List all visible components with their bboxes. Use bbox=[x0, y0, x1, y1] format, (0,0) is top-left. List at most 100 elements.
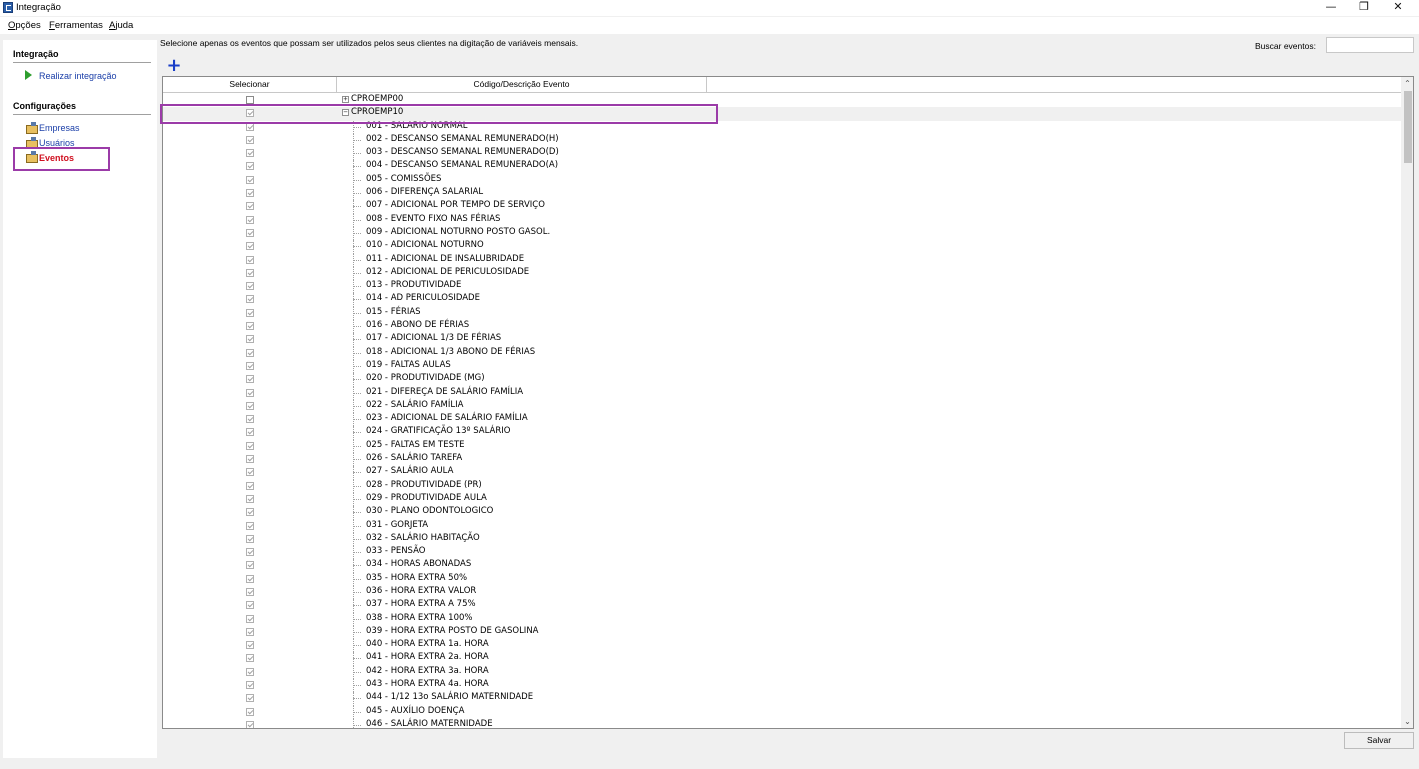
row-checkbox[interactable] bbox=[246, 694, 254, 703]
close-button[interactable]: ✕ bbox=[1381, 0, 1415, 14]
vertical-scrollbar[interactable]: ⌃ ⌄ bbox=[1401, 77, 1413, 728]
row-checkbox[interactable] bbox=[246, 481, 254, 490]
row-checkbox[interactable] bbox=[246, 175, 254, 184]
row-checkbox[interactable] bbox=[246, 455, 254, 464]
event-row[interactable]: 045 - AUXÍLIO DOENÇA bbox=[163, 705, 1401, 719]
row-checkbox[interactable] bbox=[246, 375, 254, 384]
event-row[interactable]: 021 - DIFEREÇA DE SALÁRIO FAMÍLIA bbox=[163, 386, 1401, 400]
row-checkbox[interactable] bbox=[246, 574, 254, 583]
row-checkbox[interactable] bbox=[246, 441, 254, 450]
row-checkbox[interactable] bbox=[246, 494, 254, 503]
event-row[interactable]: 025 - FALTAS EM TESTE bbox=[163, 439, 1401, 454]
row-checkbox[interactable] bbox=[246, 534, 254, 543]
minimize-button[interactable]: — bbox=[1314, 0, 1348, 14]
event-row[interactable]: 016 - ABONO DE FÉRIAS bbox=[163, 320, 1401, 334]
event-row[interactable]: 003 - DESCANSO SEMANAL REMUNERADO(D) bbox=[163, 147, 1401, 161]
row-checkbox[interactable] bbox=[246, 627, 254, 636]
event-row[interactable]: 020 - PRODUTIVIDADE (MG) bbox=[163, 373, 1401, 387]
event-row[interactable]: 005 - COMISSÕES bbox=[163, 173, 1401, 188]
row-checkbox[interactable] bbox=[246, 641, 254, 650]
event-row[interactable]: 028 - PRODUTIVIDADE (PR) bbox=[163, 479, 1401, 493]
event-row[interactable]: 023 - ADICIONAL DE SALÁRIO FAMÍLIA bbox=[163, 413, 1401, 427]
row-checkbox[interactable] bbox=[246, 361, 254, 370]
row-checkbox[interactable] bbox=[246, 707, 254, 716]
event-row[interactable]: 040 - HORA EXTRA 1a. HORA bbox=[163, 639, 1401, 653]
row-checkbox[interactable] bbox=[246, 681, 254, 690]
event-row[interactable]: 046 - SALÁRIO MATERNIDADE bbox=[163, 718, 1401, 728]
row-checkbox[interactable] bbox=[246, 135, 254, 144]
column-header-selecionar[interactable]: Selecionar bbox=[163, 77, 337, 93]
menu-opcoes[interactable]: Opções bbox=[8, 20, 41, 31]
event-row[interactable]: 027 - SALÁRIO AULA bbox=[163, 466, 1401, 480]
menu-ajuda[interactable]: Ajuda bbox=[109, 20, 133, 31]
row-checkbox[interactable] bbox=[246, 255, 254, 264]
row-checkbox[interactable] bbox=[246, 388, 254, 397]
event-row[interactable]: 030 - PLANO ODONTOLOGICO bbox=[163, 506, 1401, 520]
event-row[interactable]: 038 - HORA EXTRA 100% bbox=[163, 612, 1401, 626]
event-row[interactable]: 032 - SALÁRIO HABITAÇÃO bbox=[163, 532, 1401, 547]
row-checkbox[interactable] bbox=[246, 521, 254, 530]
scroll-down-icon[interactable]: ⌄ bbox=[1401, 715, 1413, 728]
row-checkbox[interactable] bbox=[246, 348, 254, 357]
row-checkbox[interactable] bbox=[246, 415, 254, 424]
row-checkbox[interactable] bbox=[246, 149, 254, 158]
row-checkbox[interactable] bbox=[246, 215, 254, 224]
restore-button[interactable]: ❐ bbox=[1347, 0, 1381, 14]
row-checkbox[interactable] bbox=[246, 428, 254, 437]
event-row[interactable]: 029 - PRODUTIVIDADE AULA bbox=[163, 492, 1401, 507]
row-checkbox[interactable] bbox=[246, 295, 254, 304]
event-row[interactable]: 039 - HORA EXTRA POSTO DE GASOLINA bbox=[163, 625, 1401, 640]
event-row[interactable]: 037 - HORA EXTRA A 75% bbox=[163, 599, 1401, 613]
event-row[interactable]: 007 - ADICIONAL POR TEMPO DE SERVIÇO bbox=[163, 200, 1401, 214]
row-checkbox[interactable] bbox=[246, 282, 254, 291]
event-row[interactable]: 022 - SALÁRIO FAMÍLIA bbox=[163, 399, 1401, 414]
row-checkbox[interactable] bbox=[246, 242, 254, 251]
row-checkbox[interactable] bbox=[246, 268, 254, 277]
event-row[interactable]: 013 - PRODUTIVIDADE bbox=[163, 280, 1401, 294]
row-checkbox[interactable] bbox=[246, 508, 254, 517]
row-checkbox[interactable] bbox=[246, 202, 254, 211]
row-checkbox[interactable] bbox=[246, 96, 254, 104]
row-checkbox[interactable] bbox=[246, 654, 254, 663]
row-checkbox[interactable] bbox=[246, 162, 254, 171]
row-checkbox[interactable] bbox=[246, 335, 254, 344]
event-row[interactable]: 008 - EVENTO FIXO NAS FÉRIAS bbox=[163, 213, 1401, 227]
event-row[interactable]: 042 - HORA EXTRA 3a. HORA bbox=[163, 665, 1401, 680]
event-row[interactable]: 004 - DESCANSO SEMANAL REMUNERADO(A) bbox=[163, 160, 1401, 174]
empresas-link[interactable]: Empresas bbox=[39, 123, 80, 133]
row-checkbox[interactable] bbox=[246, 322, 254, 331]
event-row[interactable]: 044 - 1/12 13o SALÁRIO MATERNIDADE bbox=[163, 692, 1401, 706]
event-row[interactable]: 010 - ADICIONAL NOTURNO bbox=[163, 240, 1401, 254]
realizar-integracao-link[interactable]: Realizar integração bbox=[39, 71, 117, 81]
row-checkbox[interactable] bbox=[246, 228, 254, 237]
save-button[interactable]: Salvar bbox=[1344, 732, 1414, 749]
scrollbar-thumb[interactable] bbox=[1404, 91, 1412, 163]
event-row[interactable]: 019 - FALTAS AULAS bbox=[163, 359, 1401, 374]
event-row[interactable]: 017 - ADICIONAL 1/3 DE FÉRIAS bbox=[163, 333, 1401, 347]
menu-ferramentas[interactable]: Ferramentas bbox=[49, 20, 103, 31]
event-row[interactable]: 009 - ADICIONAL NOTURNO POSTO GASOL. bbox=[163, 226, 1401, 241]
row-checkbox[interactable] bbox=[246, 189, 254, 198]
column-header-codigo[interactable]: Código/Descrição Evento bbox=[337, 77, 707, 93]
event-row[interactable]: 018 - ADICIONAL 1/3 ABONO DE FÉRIAS bbox=[163, 346, 1401, 360]
event-row[interactable]: 026 - SALÁRIO TAREFA bbox=[163, 453, 1401, 467]
event-row[interactable]: 006 - DIFERENÇA SALARIAL bbox=[163, 187, 1401, 201]
row-checkbox[interactable] bbox=[246, 468, 254, 477]
event-row[interactable]: 002 - DESCANSO SEMANAL REMUNERADO(H) bbox=[163, 133, 1401, 148]
event-row[interactable]: 014 - AD PERICULOSIDADE bbox=[163, 293, 1401, 307]
event-row[interactable]: 031 - GORJETA bbox=[163, 519, 1401, 533]
event-row[interactable]: 015 - FÉRIAS bbox=[163, 306, 1401, 321]
event-row[interactable]: 036 - HORA EXTRA VALOR bbox=[163, 585, 1401, 600]
event-row[interactable]: 041 - HORA EXTRA 2a. HORA bbox=[163, 652, 1401, 666]
event-row[interactable]: 024 - GRATIFICAÇÃO 13º SALÁRIO bbox=[163, 426, 1401, 440]
event-row[interactable]: 012 - ADICIONAL DE PERICULOSIDADE bbox=[163, 266, 1401, 281]
scroll-up-icon[interactable]: ⌃ bbox=[1401, 77, 1413, 90]
event-row[interactable]: 011 - ADICIONAL DE INSALUBRIDADE bbox=[163, 253, 1401, 267]
row-checkbox[interactable] bbox=[246, 401, 254, 410]
expand-icon[interactable]: + bbox=[342, 96, 349, 103]
event-row[interactable]: 034 - HORAS ABONADAS bbox=[163, 559, 1401, 573]
row-checkbox[interactable] bbox=[246, 667, 254, 676]
search-input[interactable] bbox=[1326, 37, 1414, 53]
event-row[interactable]: 035 - HORA EXTRA 50% bbox=[163, 572, 1401, 586]
row-checkbox[interactable] bbox=[246, 587, 254, 596]
